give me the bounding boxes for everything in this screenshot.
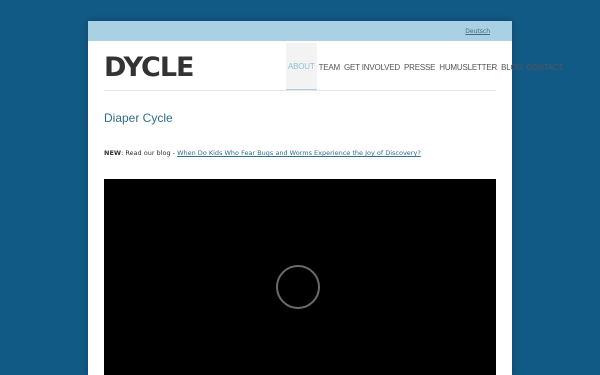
news-blog-link[interactable]: When Do Kids Who Fear Bugs and Worms Exp… (177, 149, 421, 157)
nav-item-get-involved[interactable]: GET INVOLVED (342, 43, 402, 91)
language-link[interactable]: Deutsch (465, 28, 490, 35)
top-bar: Deutsch (88, 21, 512, 41)
news-line: NEW: Read our blog - When Do Kids Who Fe… (104, 149, 421, 157)
page-container: Deutsch DYCLE ABOUT TEAM GET INVOLVED PR… (88, 21, 563, 375)
news-text: : Read our blog - (121, 149, 178, 157)
main-nav: ABOUT TEAM GET INVOLVED PRESSE HUMUSLETT… (286, 43, 565, 91)
nav-item-blog[interactable]: BLOG (499, 43, 524, 91)
nav-item-humusletter[interactable]: HUMUSLETTER (437, 43, 499, 91)
circle-play-icon[interactable] (276, 265, 320, 309)
page-title: Diaper Cycle (104, 111, 173, 125)
site-logo[interactable]: DYCLE (104, 54, 194, 81)
header-divider (104, 90, 496, 91)
news-label: NEW (104, 149, 122, 157)
nav-item-team[interactable]: TEAM (317, 43, 342, 91)
video-player[interactable] (104, 179, 496, 375)
nav-item-contact[interactable]: CONTACT (525, 43, 566, 91)
nav-item-about[interactable]: ABOUT (286, 43, 317, 91)
nav-item-presse[interactable]: PRESSE (402, 43, 437, 91)
